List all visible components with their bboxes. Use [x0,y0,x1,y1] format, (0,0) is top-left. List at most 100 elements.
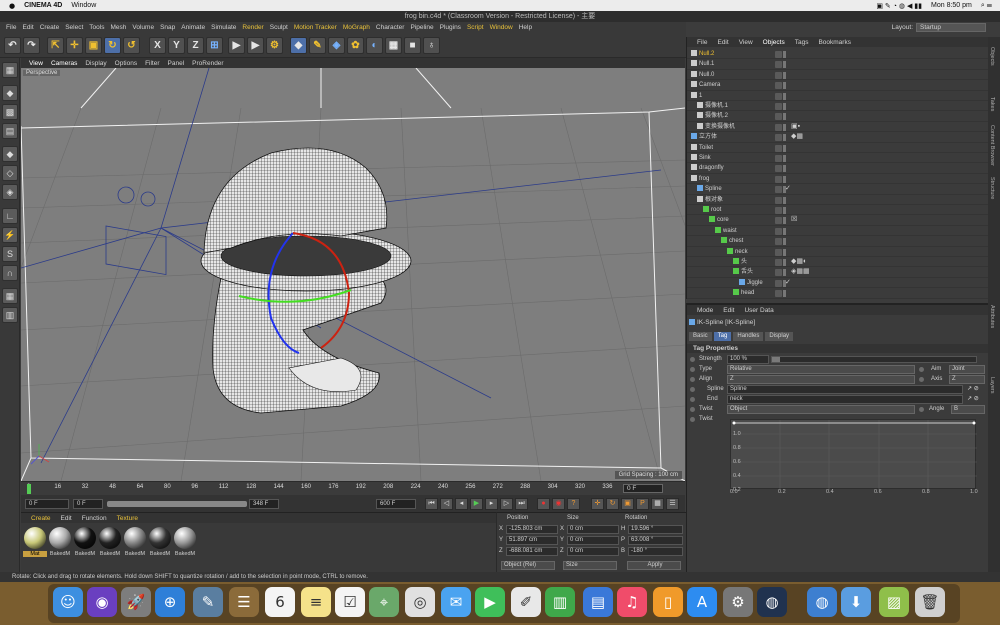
camera-icon[interactable]: ■ [404,37,421,54]
layer-icon[interactable] [775,217,782,225]
strength-field[interactable]: 100 % [727,355,769,364]
menu-sculpt[interactable]: Sculpt [270,24,288,31]
spotlight-icon[interactable]: ⌕ ☰ [981,2,992,10]
object-tags[interactable]: ▣▪ [791,123,800,131]
material-swatch[interactable]: BakedM [48,527,72,561]
maps-icon[interactable]: ⌖ [369,587,399,617]
autokey-icon[interactable]: ◉ [552,498,565,510]
viewport-canvas[interactable] [21,68,685,481]
menu-simulate[interactable]: Simulate [211,24,236,31]
layer-icon[interactable] [775,290,782,298]
key-pla-icon[interactable]: ▦ [651,498,664,510]
layer-icon[interactable] [775,238,782,246]
downloads-icon[interactable]: ⬇ [841,587,871,617]
cube-icon[interactable]: ◆ [290,37,307,54]
visibility-icon[interactable] [783,165,786,173]
cinema4d-icon[interactable]: ◍ [757,587,787,617]
object-row[interactable]: core ☒ [687,215,989,226]
apple-icon[interactable]: ● [9,2,15,10]
live-selection-icon[interactable]: ⇱ [47,37,64,54]
edit-render-settings-icon[interactable]: ⚙ [266,37,283,54]
size-field[interactable]: 0 cm [567,536,619,545]
texture-mode-icon[interactable]: ▩ [2,104,18,120]
key-scale-icon[interactable]: ▣ [621,498,634,510]
pages-icon[interactable]: ✐ [511,587,541,617]
strength-slider[interactable] [771,356,977,363]
undo-icon[interactable]: ↶ [4,37,21,54]
timeline-menu-icon[interactable]: ☰ [666,498,679,510]
layer-icon[interactable] [775,82,782,90]
visibility-icon[interactable] [783,207,786,214]
attribute-tab-handles[interactable]: Handles [733,332,764,341]
menu-create[interactable]: Create [40,24,60,31]
layer-icon[interactable] [775,248,782,256]
type-anim-dot[interactable] [690,367,695,372]
object-row[interactable]: chest [687,236,989,247]
object-tags[interactable]: ☒ [791,216,797,224]
layer-icon[interactable] [775,51,782,58]
menu-select[interactable]: Select [65,24,83,31]
size-field[interactable]: 0 cm [567,547,619,556]
material-swatch[interactable]: BakedM [123,527,147,561]
align-dropdown[interactable]: Z [727,375,915,384]
layer-icon[interactable] [775,227,782,235]
object-row[interactable]: 变换摄像机 ▣▪ [687,122,989,133]
x-axis-icon[interactable]: X [149,37,166,54]
magnet-icon[interactable]: ∩ [2,265,18,281]
redo-icon[interactable]: ↷ [23,37,40,54]
notes-icon[interactable]: ≡ [301,587,331,617]
cloner-icon[interactable]: ✿ [347,37,364,54]
right-tab-content-browser[interactable]: Content Browser [989,125,995,166]
visibility-icon[interactable] [783,238,786,246]
layer-icon[interactable] [775,279,782,287]
calendar-icon[interactable]: 6 [265,587,295,617]
layer-icon[interactable] [775,134,782,142]
visibility-icon[interactable] [783,248,786,256]
object-row[interactable]: 摄像机.2 [687,111,989,122]
key-position-icon[interactable]: ✛ [591,498,604,510]
axis-mode-icon[interactable]: ∟ [2,208,18,224]
light-icon[interactable]: ♁ [423,37,440,54]
model-mode-icon[interactable]: ◆ [2,85,18,101]
photos-booth-icon[interactable]: ◎ [405,587,435,617]
visibility-icon[interactable] [783,71,786,79]
layer-icon[interactable] [775,155,782,162]
object-menu-view[interactable]: View [739,39,753,46]
keyframe-selection-icon[interactable]: ? [567,498,580,510]
books-icon[interactable]: ▯ [653,587,683,617]
menu-script[interactable]: Script [467,24,484,31]
aim-anim-dot[interactable] [919,367,924,372]
menu-motion-tracker[interactable]: Motion Tracker [294,24,337,31]
twist-spline-graph[interactable] [730,419,977,490]
rotation-field[interactable]: 19.596 ° [628,525,683,534]
go-to-start-icon[interactable]: ⏮ [425,498,438,510]
attribute-menu-mode[interactable]: Mode [697,307,713,314]
visibility-icon[interactable] [783,82,786,90]
object-tags[interactable]: ◆▦ [791,133,803,141]
object-row[interactable]: Toilet [687,143,989,153]
play-icon[interactable]: ▶ [470,498,483,510]
object-row[interactable]: neck [687,247,989,257]
object-row[interactable]: dragonfly [687,163,989,174]
deformer-icon[interactable]: ◐ [366,37,383,54]
material-swatch[interactable]: BakedM [98,527,122,561]
layer-icon[interactable] [775,71,782,79]
menu-animate[interactable]: Animate [181,24,205,31]
pen-icon[interactable]: ✎ [309,37,326,54]
safari-icon[interactable]: ⊕ [155,587,185,617]
current-frame-field[interactable]: 0 F [623,484,663,493]
size-field[interactable]: 0 cm [567,525,619,534]
apply-button[interactable]: Apply [627,561,681,570]
attribute-menu-edit[interactable]: Edit [723,307,734,314]
go-to-end-icon[interactable]: ⏭ [515,498,528,510]
twist-dropdown[interactable]: Object [727,405,915,414]
angle-dropdown[interactable]: B [951,405,985,414]
reminders-icon[interactable]: ☑ [335,587,365,617]
floor-icon[interactable]: ▦ [385,37,402,54]
clock[interactable]: Mon 8:50 pm [931,2,972,9]
layer-icon[interactable] [775,259,782,266]
object-tags[interactable]: ◆▦◐ [791,258,807,266]
object-row[interactable]: head [687,288,989,299]
layer-icon[interactable] [775,186,782,194]
menu-file[interactable]: File [6,24,16,31]
